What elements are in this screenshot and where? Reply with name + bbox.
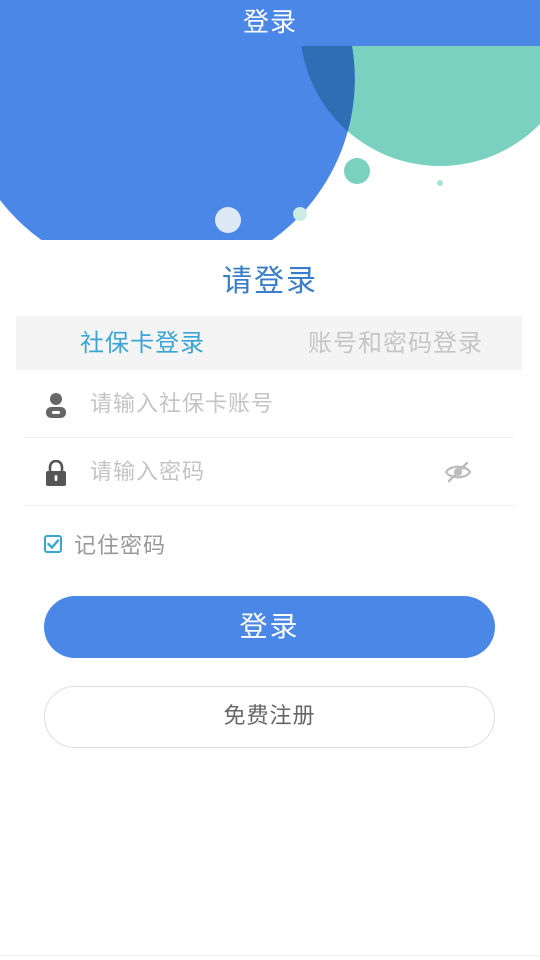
lock-icon (46, 460, 66, 486)
tab-account-password-login[interactable]: 账号和密码登录 (269, 316, 522, 370)
bubble (344, 158, 370, 184)
login-button[interactable]: 登录 (44, 596, 495, 658)
card-number-row (24, 371, 514, 438)
remember-password-label: 记住密码 (74, 534, 167, 559)
card-number-input[interactable] (88, 381, 432, 427)
bubble (293, 207, 307, 221)
tab-social-card-login[interactable]: 社保卡登录 (16, 316, 269, 370)
bubble (215, 207, 241, 233)
checkbox-checked-icon[interactable] (44, 535, 62, 553)
login-tabs: 社保卡登录 账号和密码登录 (16, 316, 522, 370)
bubble (437, 180, 443, 186)
eye-hidden-icon[interactable] (444, 460, 472, 484)
password-row (24, 439, 514, 506)
register-button[interactable]: 免费注册 (44, 686, 495, 748)
password-input[interactable] (88, 449, 432, 495)
remember-password-checkbox[interactable]: 记住密码 (44, 528, 166, 560)
page-heading: 请登录 (222, 264, 318, 299)
user-icon (46, 393, 66, 418)
bottom-divider (0, 955, 540, 956)
header-title: 登录 (242, 8, 297, 38)
